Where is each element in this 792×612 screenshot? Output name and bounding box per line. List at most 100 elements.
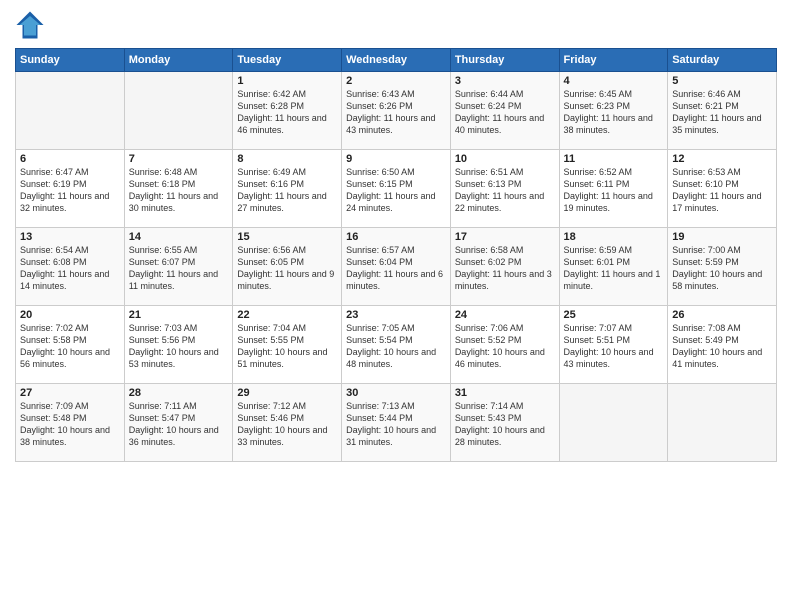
calendar-cell (16, 72, 125, 150)
calendar-cell: 26Sunrise: 7:08 AM Sunset: 5:49 PM Dayli… (668, 306, 777, 384)
calendar-week-row: 1Sunrise: 6:42 AM Sunset: 6:28 PM Daylig… (16, 72, 777, 150)
cell-content: Sunrise: 7:13 AM Sunset: 5:44 PM Dayligh… (346, 400, 446, 449)
cell-content: Sunrise: 6:54 AM Sunset: 6:08 PM Dayligh… (20, 244, 120, 293)
calendar-cell: 20Sunrise: 7:02 AM Sunset: 5:58 PM Dayli… (16, 306, 125, 384)
calendar-cell: 24Sunrise: 7:06 AM Sunset: 5:52 PM Dayli… (450, 306, 559, 384)
day-number: 19 (672, 231, 772, 243)
cell-content: Sunrise: 7:11 AM Sunset: 5:47 PM Dayligh… (129, 400, 229, 449)
day-number: 10 (455, 153, 555, 165)
cell-content: Sunrise: 6:50 AM Sunset: 6:15 PM Dayligh… (346, 166, 446, 215)
day-number: 22 (237, 309, 337, 321)
calendar-cell: 31Sunrise: 7:14 AM Sunset: 5:43 PM Dayli… (450, 384, 559, 462)
day-number: 20 (20, 309, 120, 321)
calendar-cell: 2Sunrise: 6:43 AM Sunset: 6:26 PM Daylig… (342, 72, 451, 150)
calendar-cell: 9Sunrise: 6:50 AM Sunset: 6:15 PM Daylig… (342, 150, 451, 228)
calendar-cell: 27Sunrise: 7:09 AM Sunset: 5:48 PM Dayli… (16, 384, 125, 462)
day-number: 16 (346, 231, 446, 243)
calendar-header-row: SundayMondayTuesdayWednesdayThursdayFrid… (16, 49, 777, 72)
day-number: 21 (129, 309, 229, 321)
cell-content: Sunrise: 6:43 AM Sunset: 6:26 PM Dayligh… (346, 88, 446, 137)
cell-content: Sunrise: 7:06 AM Sunset: 5:52 PM Dayligh… (455, 322, 555, 371)
day-number: 23 (346, 309, 446, 321)
cell-content: Sunrise: 6:45 AM Sunset: 6:23 PM Dayligh… (564, 88, 664, 137)
cell-content: Sunrise: 7:03 AM Sunset: 5:56 PM Dayligh… (129, 322, 229, 371)
cell-content: Sunrise: 7:14 AM Sunset: 5:43 PM Dayligh… (455, 400, 555, 449)
day-number: 8 (237, 153, 337, 165)
cell-content: Sunrise: 6:56 AM Sunset: 6:05 PM Dayligh… (237, 244, 337, 293)
calendar-cell: 19Sunrise: 7:00 AM Sunset: 5:59 PM Dayli… (668, 228, 777, 306)
weekday-header-tuesday: Tuesday (233, 49, 342, 72)
calendar-cell (124, 72, 233, 150)
calendar-cell: 7Sunrise: 6:48 AM Sunset: 6:18 PM Daylig… (124, 150, 233, 228)
weekday-header-wednesday: Wednesday (342, 49, 451, 72)
cell-content: Sunrise: 6:52 AM Sunset: 6:11 PM Dayligh… (564, 166, 664, 215)
day-number: 18 (564, 231, 664, 243)
day-number: 11 (564, 153, 664, 165)
day-number: 28 (129, 387, 229, 399)
day-number: 6 (20, 153, 120, 165)
cell-content: Sunrise: 7:02 AM Sunset: 5:58 PM Dayligh… (20, 322, 120, 371)
day-number: 7 (129, 153, 229, 165)
cell-content: Sunrise: 7:05 AM Sunset: 5:54 PM Dayligh… (346, 322, 446, 371)
calendar-cell: 22Sunrise: 7:04 AM Sunset: 5:55 PM Dayli… (233, 306, 342, 384)
calendar-cell: 13Sunrise: 6:54 AM Sunset: 6:08 PM Dayli… (16, 228, 125, 306)
calendar-cell: 4Sunrise: 6:45 AM Sunset: 6:23 PM Daylig… (559, 72, 668, 150)
cell-content: Sunrise: 7:09 AM Sunset: 5:48 PM Dayligh… (20, 400, 120, 449)
cell-content: Sunrise: 6:59 AM Sunset: 6:01 PM Dayligh… (564, 244, 664, 293)
day-number: 31 (455, 387, 555, 399)
calendar-cell: 5Sunrise: 6:46 AM Sunset: 6:21 PM Daylig… (668, 72, 777, 150)
weekday-header-saturday: Saturday (668, 49, 777, 72)
weekday-header-thursday: Thursday (450, 49, 559, 72)
cell-content: Sunrise: 6:48 AM Sunset: 6:18 PM Dayligh… (129, 166, 229, 215)
calendar-cell: 18Sunrise: 6:59 AM Sunset: 6:01 PM Dayli… (559, 228, 668, 306)
calendar-cell: 17Sunrise: 6:58 AM Sunset: 6:02 PM Dayli… (450, 228, 559, 306)
calendar-cell: 12Sunrise: 6:53 AM Sunset: 6:10 PM Dayli… (668, 150, 777, 228)
calendar-cell: 30Sunrise: 7:13 AM Sunset: 5:44 PM Dayli… (342, 384, 451, 462)
day-number: 2 (346, 75, 446, 87)
cell-content: Sunrise: 7:00 AM Sunset: 5:59 PM Dayligh… (672, 244, 772, 293)
day-number: 17 (455, 231, 555, 243)
cell-content: Sunrise: 6:42 AM Sunset: 6:28 PM Dayligh… (237, 88, 337, 137)
cell-content: Sunrise: 6:44 AM Sunset: 6:24 PM Dayligh… (455, 88, 555, 137)
day-number: 30 (346, 387, 446, 399)
calendar-cell: 23Sunrise: 7:05 AM Sunset: 5:54 PM Dayli… (342, 306, 451, 384)
day-number: 9 (346, 153, 446, 165)
day-number: 14 (129, 231, 229, 243)
cell-content: Sunrise: 6:47 AM Sunset: 6:19 PM Dayligh… (20, 166, 120, 215)
calendar-cell: 29Sunrise: 7:12 AM Sunset: 5:46 PM Dayli… (233, 384, 342, 462)
cell-content: Sunrise: 6:55 AM Sunset: 6:07 PM Dayligh… (129, 244, 229, 293)
calendar-cell: 25Sunrise: 7:07 AM Sunset: 5:51 PM Dayli… (559, 306, 668, 384)
calendar-week-row: 27Sunrise: 7:09 AM Sunset: 5:48 PM Dayli… (16, 384, 777, 462)
calendar-cell (559, 384, 668, 462)
cell-content: Sunrise: 6:57 AM Sunset: 6:04 PM Dayligh… (346, 244, 446, 293)
day-number: 27 (20, 387, 120, 399)
calendar-cell: 1Sunrise: 6:42 AM Sunset: 6:28 PM Daylig… (233, 72, 342, 150)
calendar-cell: 21Sunrise: 7:03 AM Sunset: 5:56 PM Dayli… (124, 306, 233, 384)
calendar-cell: 14Sunrise: 6:55 AM Sunset: 6:07 PM Dayli… (124, 228, 233, 306)
day-number: 29 (237, 387, 337, 399)
day-number: 5 (672, 75, 772, 87)
day-number: 24 (455, 309, 555, 321)
cell-content: Sunrise: 7:04 AM Sunset: 5:55 PM Dayligh… (237, 322, 337, 371)
cell-content: Sunrise: 7:12 AM Sunset: 5:46 PM Dayligh… (237, 400, 337, 449)
day-number: 15 (237, 231, 337, 243)
calendar-cell: 6Sunrise: 6:47 AM Sunset: 6:19 PM Daylig… (16, 150, 125, 228)
cell-content: Sunrise: 6:49 AM Sunset: 6:16 PM Dayligh… (237, 166, 337, 215)
calendar-week-row: 13Sunrise: 6:54 AM Sunset: 6:08 PM Dayli… (16, 228, 777, 306)
cell-content: Sunrise: 7:08 AM Sunset: 5:49 PM Dayligh… (672, 322, 772, 371)
header (15, 10, 777, 40)
cell-content: Sunrise: 6:58 AM Sunset: 6:02 PM Dayligh… (455, 244, 555, 293)
calendar-cell: 10Sunrise: 6:51 AM Sunset: 6:13 PM Dayli… (450, 150, 559, 228)
calendar-cell: 28Sunrise: 7:11 AM Sunset: 5:47 PM Dayli… (124, 384, 233, 462)
weekday-header-friday: Friday (559, 49, 668, 72)
logo-icon (15, 10, 45, 40)
cell-content: Sunrise: 6:53 AM Sunset: 6:10 PM Dayligh… (672, 166, 772, 215)
cell-content: Sunrise: 6:51 AM Sunset: 6:13 PM Dayligh… (455, 166, 555, 215)
calendar-cell: 3Sunrise: 6:44 AM Sunset: 6:24 PM Daylig… (450, 72, 559, 150)
weekday-header-sunday: Sunday (16, 49, 125, 72)
day-number: 12 (672, 153, 772, 165)
calendar-cell: 15Sunrise: 6:56 AM Sunset: 6:05 PM Dayli… (233, 228, 342, 306)
calendar-table: SundayMondayTuesdayWednesdayThursdayFrid… (15, 48, 777, 462)
day-number: 13 (20, 231, 120, 243)
calendar-week-row: 6Sunrise: 6:47 AM Sunset: 6:19 PM Daylig… (16, 150, 777, 228)
